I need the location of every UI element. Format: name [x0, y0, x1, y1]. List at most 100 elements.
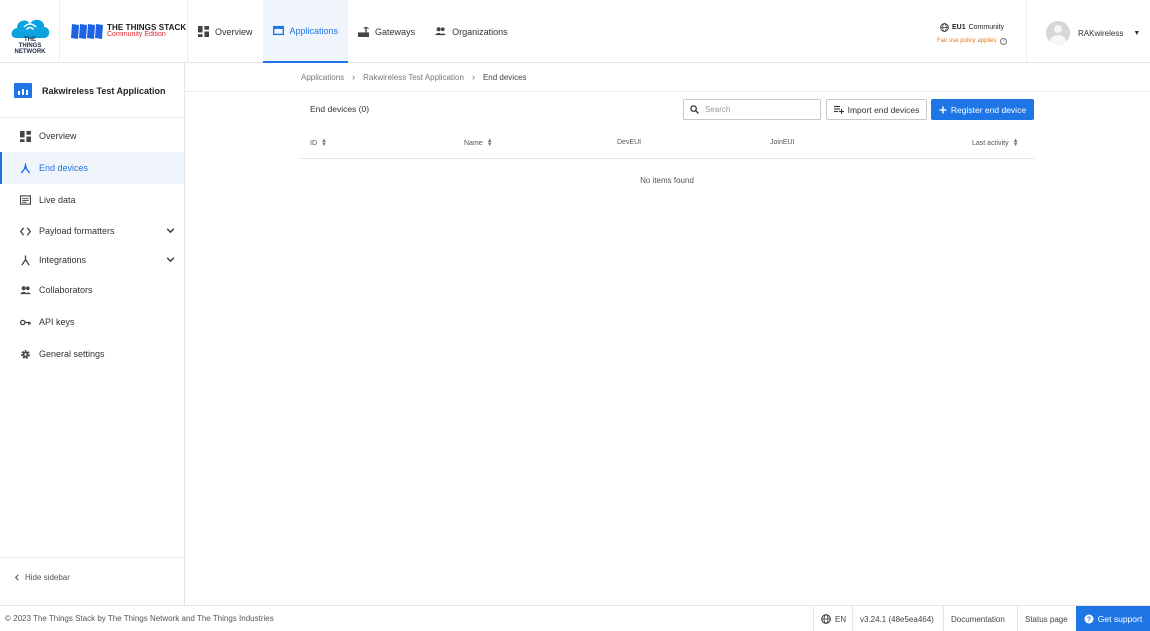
sort-icon: ▲ ▼ [1012, 138, 1019, 148]
sidebar-item-payload-formatters[interactable]: Payload formatters [0, 215, 184, 247]
sort-icon: ▲ ▼ [321, 138, 327, 148]
sidebar-item-label: General settings [39, 349, 105, 359]
help-circle-icon: ? [1000, 38, 1008, 45]
cluster-name: Community [968, 24, 1005, 31]
sidebar-item-label: End devices [39, 163, 89, 173]
help-icon: ? [1084, 614, 1094, 624]
column-label: Last activity [972, 139, 1009, 147]
page-title: End devices (0) [310, 104, 370, 114]
divider [59, 0, 60, 63]
table-header: ID ▲ ▼ Name ▲ ▼ DevEUI JoinEUI Last activi… [300, 130, 1034, 159]
things-stack-logo-icon[interactable] [71, 22, 103, 40]
breadcrumb-applications[interactable]: Applications [301, 73, 344, 82]
breadcrumb: Applications › Rakwireless Test Applicat… [301, 72, 527, 82]
code-icon [20, 226, 31, 236]
column-label: JoinEUI [770, 139, 795, 146]
column-header-joineui: JoinEUI [770, 139, 795, 146]
chevron-down-icon[interactable] [165, 254, 176, 265]
application-header: Rakwireless Test Application [0, 63, 184, 118]
import-end-devices-button[interactable]: Import end devices [826, 99, 927, 120]
empty-state-message: No items found [640, 176, 694, 185]
user-name: RAKwireless [1078, 28, 1124, 38]
language-label: EN [835, 614, 847, 624]
nav-overview[interactable]: Overview [188, 0, 263, 63]
column-label: ID [310, 139, 317, 147]
gear-icon [21, 349, 30, 359]
version-info: v3.24.1 (48e5ea464) [852, 606, 941, 631]
get-support-button[interactable]: ? Get support [1076, 606, 1150, 631]
top-header: THE THINGS NETWORK THE THINGS STACK Commu… [0, 0, 1150, 63]
sidebar-item-label: Collaborators [39, 285, 93, 295]
sidebar-item-end-devices[interactable]: End devices [0, 152, 184, 184]
sidebar-item-collaborators[interactable]: Collaborators [0, 274, 184, 306]
cluster-indicator[interactable]: EU1 Community Fair use policy applies ? [928, 23, 1016, 45]
nav-label: Gateways [375, 26, 416, 37]
search-input[interactable] [705, 105, 815, 114]
register-end-device-button[interactable]: Register end device [931, 99, 1034, 120]
status-page-link[interactable]: Status page [1017, 606, 1075, 631]
language-selector[interactable]: EN [813, 606, 853, 631]
column-label: Name [464, 139, 483, 147]
nav-applications[interactable]: Applications [262, 0, 349, 63]
search-field[interactable] [683, 99, 821, 120]
user-menu[interactable]: RAKwireless ▼ [1046, 21, 1140, 45]
fair-use-notice[interactable]: Fair use policy applies ? [928, 38, 1016, 45]
divider [0, 557, 184, 558]
sidebar-item-label: API keys [39, 317, 75, 327]
chevron-left-icon [14, 574, 19, 581]
chevron-right-icon: › [352, 72, 356, 82]
column-header-last-activity[interactable]: Last activity ▲ ▼ [972, 138, 1019, 148]
breadcrumb-application[interactable]: Rakwireless Test Application [363, 73, 464, 82]
application-icon [272, 25, 284, 36]
playlist-add-icon [833, 105, 844, 114]
get-support-label: Get support [1097, 614, 1143, 624]
stack-subtitle: Community Edition [107, 31, 166, 38]
fair-use-label: Fair use policy applies [936, 38, 997, 44]
end-device-icon [20, 162, 31, 173]
live-data-icon [20, 194, 31, 205]
hide-sidebar-label: Hide sidebar [25, 573, 70, 582]
sidebar-item-api-keys[interactable]: API keys [0, 306, 184, 338]
svg-text:?: ? [1087, 617, 1091, 624]
nav-gateways[interactable]: Gateways [348, 0, 425, 63]
nav-organizations[interactable]: Organizations [425, 0, 518, 63]
copyright-text: © 2023 The Things Stack by The Things Ne… [5, 614, 274, 623]
cluster-title: EU1 Community [928, 23, 1016, 32]
sidebar-item-label: Payload formatters [39, 226, 115, 236]
breadcrumb-end-devices: End devices [482, 72, 527, 82]
sidebar-item-overview[interactable]: Overview [0, 120, 184, 152]
search-icon [690, 105, 699, 114]
plus-icon [939, 106, 947, 113]
application-name: Rakwireless Test Application [42, 86, 166, 96]
nav-label: Overview [215, 26, 253, 37]
nav-label: Organizations [452, 26, 508, 37]
sidebar-item-label: Integrations [39, 255, 87, 265]
sidebar-item-general-settings[interactable]: General settings [0, 338, 184, 370]
people-icon [20, 285, 31, 294]
sidebar-item-integrations[interactable]: Integrations [0, 244, 184, 276]
gateway-icon [358, 26, 370, 37]
column-header-id[interactable]: ID ▲ ▼ [310, 138, 327, 148]
ttn-logo-text: THE THINGS NETWORK [14, 37, 46, 55]
key-icon [20, 319, 31, 325]
documentation-label: Documentation [951, 614, 1005, 624]
divider [1026, 0, 1027, 63]
sidebar-item-live-data[interactable]: Live data [0, 184, 184, 216]
status-page-label: Status page [1025, 614, 1068, 624]
globe-icon [940, 23, 949, 32]
version-label: v3.24.1 (48e5ea464) [860, 614, 934, 624]
nav-label: Applications [289, 25, 339, 36]
chevron-down-icon[interactable] [165, 225, 176, 236]
sort-icon: ▲ ▼ [486, 138, 493, 148]
sidebar-item-label: Live data [39, 195, 76, 205]
hide-sidebar-button[interactable]: Hide sidebar [14, 573, 70, 582]
dashboard-icon [20, 130, 31, 142]
import-label: Import end devices [847, 104, 920, 115]
documentation-link[interactable]: Documentation [943, 606, 1012, 631]
sidebar-item-label: Overview [39, 131, 77, 141]
caret-down-icon: ▼ [1133, 29, 1141, 37]
breadcrumb-bar: Applications › Rakwireless Test Applicat… [185, 63, 1150, 92]
sidebar: Rakwireless Test Application Overview En… [0, 63, 185, 605]
column-header-name[interactable]: Name ▲ ▼ [464, 138, 493, 148]
organization-icon [435, 27, 447, 36]
